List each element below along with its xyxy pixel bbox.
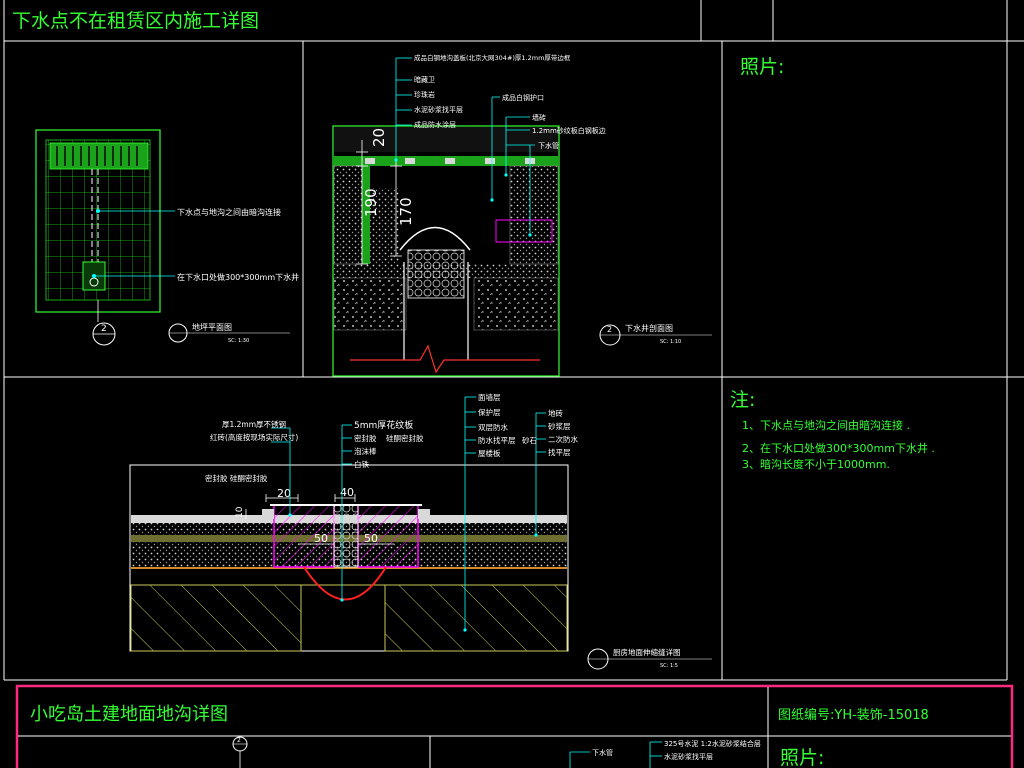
- well-label-4: 成品防水涂层: [414, 120, 456, 129]
- well-label-3: 水泥砂浆找平层: [414, 105, 463, 114]
- gravel-filter: [407, 249, 465, 299]
- notes-title: 注:: [730, 389, 755, 411]
- wall-fill-right: [509, 165, 559, 265]
- slab-right: [473, 277, 559, 331]
- joint-right-1: 地砖: [548, 408, 563, 418]
- foam-rod: [333, 504, 359, 568]
- dim-20-joint: 20: [277, 487, 291, 500]
- well-section: 20 190 170 成品白钢地沟盖板(北京大网304#)厚1.2mm厚带边框 …: [332, 53, 712, 377]
- next-snippet-2: 水泥砂浆找平层: [664, 752, 713, 761]
- notes-panel: 注: 1、下水点与地沟之间由暗沟连接 . 2、在下水口处做300*300mm下水…: [730, 389, 935, 471]
- note-1: 1、下水点与地沟之间由暗沟连接 .: [742, 418, 910, 432]
- well-label-pipe: 下水管: [538, 141, 559, 150]
- well-scale: SC: 1:10: [660, 339, 681, 345]
- next-tag-number: 2: [237, 737, 241, 744]
- plan-view: 下水点与地沟之间由暗沟连接 在下水口处做300*300mm下水井 2 地坪平面图…: [35, 129, 299, 346]
- joint-scale: SC: 1:5: [660, 663, 678, 669]
- joint-caption: 厨房地面伸缩缝详图: [613, 647, 681, 657]
- joint-label-foam: 泡沫棒: [354, 446, 377, 456]
- dim-10-joint: 10: [235, 506, 245, 518]
- joint-layer-2: 保护层: [478, 407, 501, 417]
- sheet-frame: [3, 0, 1024, 681]
- well-label-cover: 成品白钢地沟盖板(北京大网304#)厚1.2mm厚带边框: [414, 53, 571, 62]
- next-photo-label: 照片:: [780, 747, 824, 768]
- joint-layer-3: 双层防水: [478, 422, 508, 432]
- joint-layer-1: 面墙层: [478, 392, 501, 402]
- joint-label-seal: 密封胶 硅酮密封胶: [205, 473, 268, 483]
- note-3: 3、暗沟长度不小于1000mm.: [742, 457, 890, 471]
- joint-layer-5: 屋楼板: [478, 448, 501, 458]
- dim-50-right: 50: [364, 532, 378, 545]
- dim-20: 20: [370, 128, 388, 147]
- slab-left-hatch: [130, 584, 302, 652]
- well-label-1: 暗藏卫: [414, 75, 435, 84]
- next-sheet: 小吃岛土建地面地沟详图 图纸编号:YH-装饰-15018 照片: 2 325号水…: [15, 684, 1014, 768]
- dim-170: 170: [397, 197, 415, 226]
- slab-right-hatch: [384, 584, 568, 652]
- photo-label: 照片:: [740, 56, 784, 78]
- well-tag-number: 2: [607, 325, 612, 334]
- joint-label-plate: 5mm厚花纹板: [354, 419, 413, 431]
- plan-tag-number: 2: [101, 324, 107, 334]
- next-sheet-frame: [15, 684, 1014, 768]
- wall-fill-left: [333, 165, 363, 265]
- well-label-2: 珍珠岩: [414, 90, 435, 99]
- dim-50-left: 50: [314, 532, 328, 545]
- plan-caption: 地坪平面图: [192, 322, 232, 332]
- joint-right-4: 找平层: [548, 447, 571, 457]
- well-label-rim: 成品白钢护口: [502, 93, 544, 102]
- sheet-title: 下水点不在租赁区内施工详图: [12, 10, 259, 32]
- joint-label-steel: 厚1.2mm厚不锈钢: [222, 419, 286, 429]
- well-caption: 下水井剖面图: [625, 323, 673, 333]
- well-label-tile: 墙砖: [532, 113, 546, 122]
- joint-detail: 20 40 50 50 10 厚1.2mm厚不锈钢 红砖(高度按现场实际尺寸) …: [129, 392, 712, 670]
- joint-label-tin: 白铁: [354, 459, 369, 469]
- break-line: [350, 344, 540, 374]
- joint-trough: [303, 566, 387, 601]
- drawing-canvas: 下水点不在租赁区内施工详图 照片: 下水点与地沟之间由暗沟连接 在下水口处做30…: [3, 0, 1024, 768]
- joint-label-brick: 红砖(高度按现场实际尺寸): [210, 432, 298, 442]
- joint-label-stone: 砂石: [522, 435, 537, 445]
- joint-right-2: 砂浆层: [548, 421, 571, 431]
- slab-left: [333, 277, 407, 331]
- dim-190: 190: [362, 188, 380, 217]
- next-sheet-title: 小吃岛土建地面地沟详图: [30, 704, 228, 725]
- next-snippet-3: 下水管: [592, 748, 613, 757]
- joint-layer-4: 防水找平层: [478, 435, 516, 445]
- joint-right-3: 二次防水: [548, 434, 578, 444]
- next-snippet-1: 325号水泥 1:2水泥砂浆结合层: [664, 739, 761, 748]
- joint-label-silicone: 硅酮密封胶: [386, 433, 424, 443]
- pipe-bend: [399, 226, 471, 251]
- well-label-plate: 1.2mm砂纹板白钢板边: [532, 126, 606, 135]
- drawing-number: 图纸编号:YH-装饰-15018: [778, 708, 929, 723]
- joint-label-sealant: 密封胶: [354, 433, 377, 443]
- plan-scale: SC: 1:30: [228, 338, 249, 344]
- plan-callout-well: 在下水口处做300*300mm下水井: [177, 272, 299, 282]
- plan-callout-channel: 下水点与地沟之间由暗沟连接: [177, 207, 281, 217]
- note-2: 2、在下水口处做300*300mm下水井 .: [742, 441, 935, 455]
